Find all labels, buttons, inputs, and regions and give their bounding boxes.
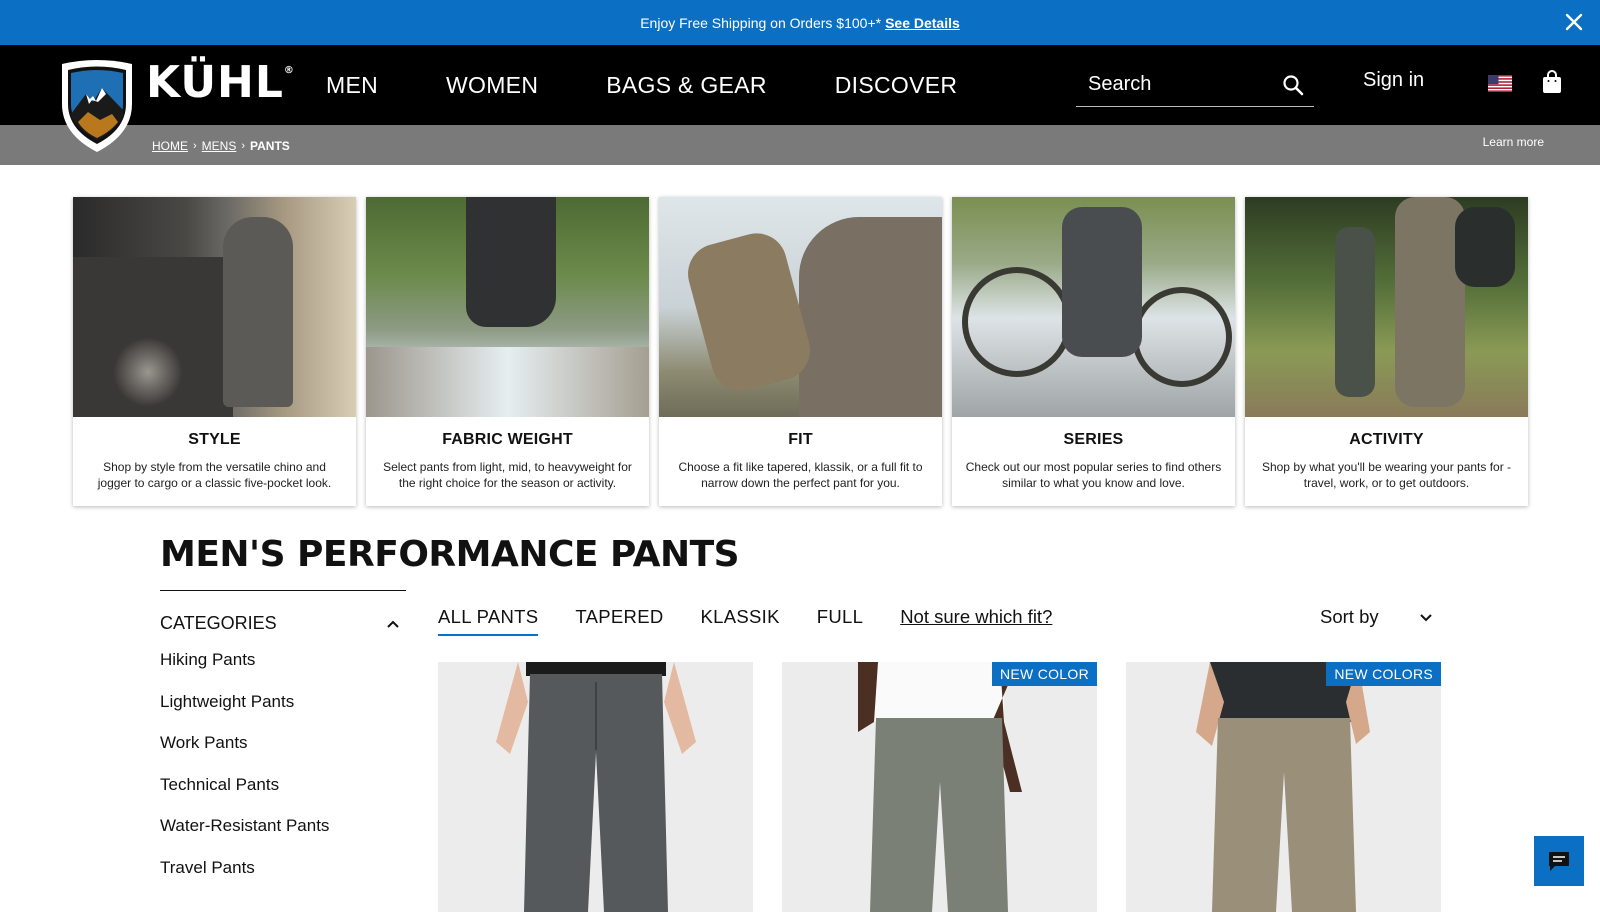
fit-tabs: ALL PANTS TAPERED KLASSIK FULL Not sure … — [438, 606, 1052, 636]
card-title: FABRIC WEIGHT — [442, 431, 573, 448]
breadcrumb-separator: › — [241, 140, 246, 152]
categories-heading: CATEGORIES — [160, 613, 277, 633]
nav-bags-gear[interactable]: BAGS & GEAR — [606, 72, 767, 99]
fit-photo — [659, 197, 942, 417]
card-fit[interactable]: FIT Choose a fit like tapered, klassik, … — [659, 197, 942, 506]
style-photo — [73, 197, 356, 417]
card-title: FIT — [788, 431, 813, 448]
card-description: Shop by what you'll be wearing your pant… — [1261, 460, 1512, 490]
card-title: STYLE — [188, 431, 241, 448]
learn-more-link[interactable]: Learn more — [1483, 135, 1544, 149]
category-travel-pants[interactable]: Travel Pants — [160, 858, 406, 900]
breadcrumb-separator: › — [193, 140, 197, 152]
nav-men[interactable]: MEN — [326, 72, 378, 99]
close-icon[interactable] — [1562, 10, 1586, 34]
tab-tapered[interactable]: TAPERED — [575, 606, 663, 634]
card-description: Select pants from light, mid, to heavywe… — [383, 460, 632, 490]
announcement-text: Enjoy Free Shipping on Orders $100+* — [640, 14, 882, 31]
registered-mark: ® — [283, 65, 295, 76]
search-icon[interactable] — [1282, 74, 1304, 96]
search-input[interactable] — [1076, 73, 1266, 96]
product-card[interactable]: NEW COLOR — [782, 662, 1097, 912]
product-card[interactable] — [438, 662, 753, 912]
brand-name: KÜHL — [146, 57, 284, 108]
product-badge: NEW COLOR — [991, 662, 1097, 686]
announcement-bar: Enjoy Free Shipping on Orders $100+* See… — [0, 0, 1600, 45]
shopping-bag-icon[interactable] — [1541, 69, 1563, 95]
category-list: Hiking Pants Lightweight Pants Work Pant… — [160, 650, 406, 899]
main-nav: MEN WOMEN BAGS & GEAR DISCOVER — [326, 45, 1025, 125]
page-title: MEN'S PERFORMANCE PANTS — [160, 534, 740, 575]
chevron-up-icon — [387, 620, 399, 628]
category-hiking-pants[interactable]: Hiking Pants — [160, 650, 406, 692]
see-details-link[interactable]: See Details — [885, 15, 960, 31]
fit-help-link[interactable]: Not sure which fit? — [900, 606, 1052, 628]
category-water-resistant-pants[interactable]: Water-Resistant Pants — [160, 816, 406, 858]
product-card[interactable]: NEW COLORS — [1126, 662, 1441, 912]
card-activity[interactable]: ACTIVITY Shop by what you'll be wearing … — [1245, 197, 1528, 506]
brand-wordmark[interactable]: KÜHL® — [146, 57, 295, 108]
card-series[interactable]: SERIES Check out our most popular series… — [952, 197, 1235, 506]
category-lightweight-pants[interactable]: Lightweight Pants — [160, 692, 406, 734]
card-description: Check out our most popular series to fin… — [965, 460, 1222, 490]
product-badge: NEW COLORS — [1326, 662, 1441, 686]
breadcrumb-mens[interactable]: MENS — [202, 139, 237, 153]
breadcrumb-bar: HOME › MENS › PANTS Learn more — [0, 125, 1600, 165]
card-description: Choose a fit like tapered, klassik, or a… — [678, 460, 923, 490]
us-flag-icon[interactable] — [1488, 75, 1512, 92]
kuhl-shield-logo[interactable] — [56, 58, 138, 154]
product-image — [438, 662, 753, 912]
category-cards: STYLE Shop by style from the versatile c… — [73, 197, 1528, 506]
breadcrumb: HOME › MENS › PANTS — [152, 139, 290, 153]
sort-label: Sort by — [1320, 606, 1379, 627]
nav-women[interactable]: WOMEN — [446, 72, 538, 99]
nav-discover[interactable]: DISCOVER — [835, 72, 958, 99]
fabric-weight-photo — [366, 197, 649, 417]
tab-klassik[interactable]: KLASSIK — [701, 606, 780, 634]
category-sidebar: CATEGORIES Hiking Pants Lightweight Pant… — [160, 590, 406, 899]
sort-dropdown[interactable]: Sort by — [1320, 606, 1433, 628]
card-description: Shop by style from the versatile chino a… — [97, 460, 332, 490]
tab-all-pants[interactable]: ALL PANTS — [438, 606, 539, 636]
chat-button[interactable] — [1534, 836, 1584, 886]
product-image — [782, 662, 1097, 912]
tab-full[interactable]: FULL — [817, 606, 863, 634]
breadcrumb-current: PANTS — [250, 139, 290, 153]
product-image — [1126, 662, 1441, 912]
card-fabric-weight[interactable]: FABRIC WEIGHT Select pants from light, m… — [366, 197, 649, 506]
card-title: ACTIVITY — [1349, 431, 1424, 448]
series-photo — [952, 197, 1235, 417]
card-style[interactable]: STYLE Shop by style from the versatile c… — [73, 197, 356, 506]
category-technical-pants[interactable]: Technical Pants — [160, 775, 406, 817]
categories-toggle[interactable]: CATEGORIES — [160, 613, 406, 634]
activity-photo — [1245, 197, 1528, 417]
chat-icon — [1549, 852, 1569, 871]
breadcrumb-home[interactable]: HOME — [152, 139, 188, 153]
site-header: KÜHL® MEN WOMEN BAGS & GEAR DISCOVER Sig… — [0, 45, 1600, 125]
product-grid: NEW COLOR NEW COLORS — [438, 662, 1470, 912]
sign-in-link[interactable]: Sign in — [1363, 69, 1424, 92]
search-box — [1076, 63, 1314, 107]
card-title: SERIES — [1063, 431, 1124, 448]
category-work-pants[interactable]: Work Pants — [160, 733, 406, 775]
chevron-down-icon — [1419, 614, 1432, 622]
